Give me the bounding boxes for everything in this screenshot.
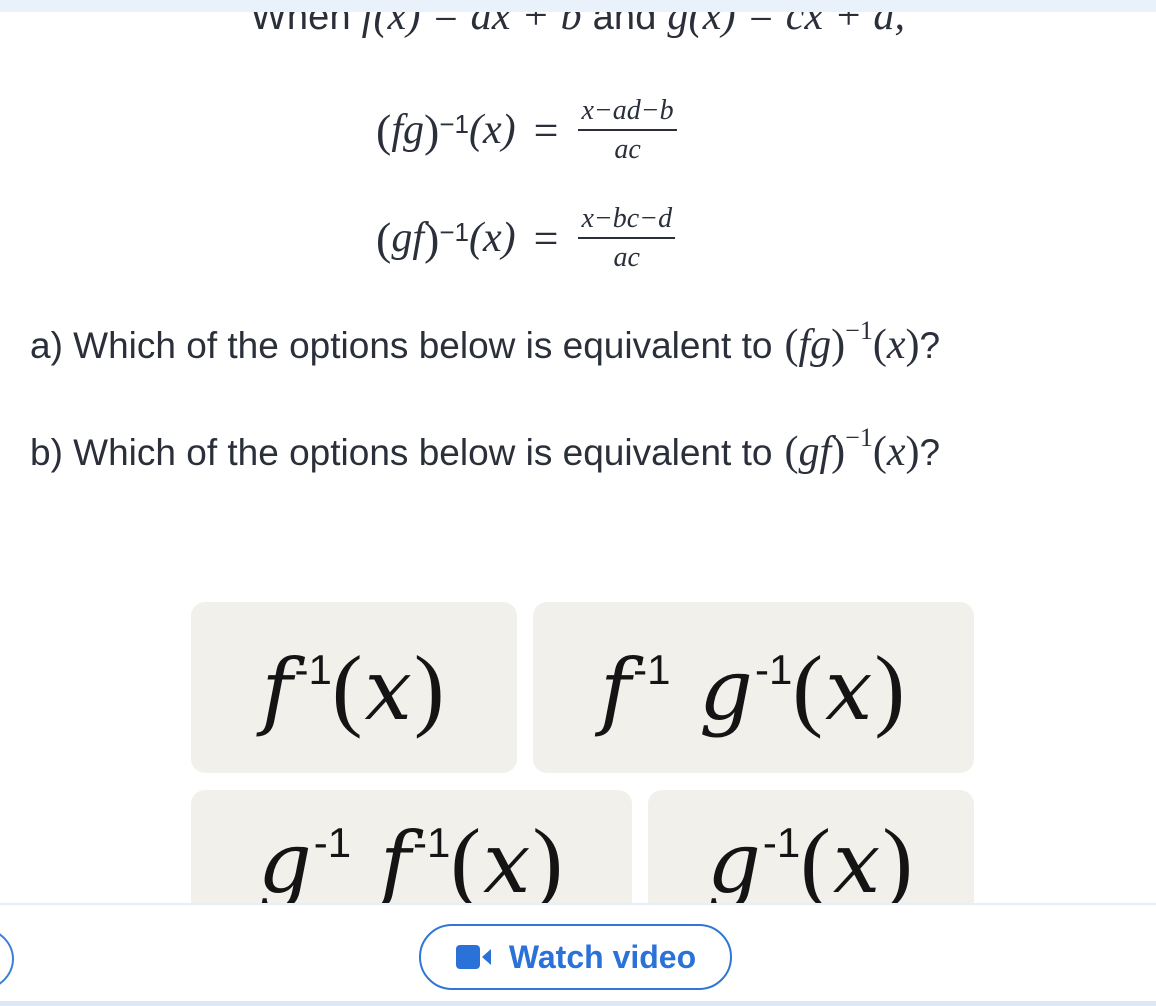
question-expression: (gf)−1(x) [784, 423, 920, 475]
formula-fg-inverse: (fg) −1 (x) = x−ad−b ac [376, 90, 677, 170]
previous-button[interactable] [0, 927, 14, 991]
bottom-strip [0, 1001, 1156, 1006]
question-text: a) Which of the options below is equival… [30, 325, 773, 366]
formula-lhs: gf [391, 215, 424, 261]
question-expression: (fg)−1(x) [784, 316, 920, 368]
top-band [0, 0, 1156, 12]
option-card-f-inverse-g-inverse[interactable]: f-1 g-1(x) [533, 602, 974, 773]
numerator: x−ad−b [578, 96, 677, 131]
formula-arg: (x) [468, 107, 516, 153]
equals-sign: = [533, 213, 559, 263]
question-a: a) Which of the options below is equival… [30, 316, 941, 368]
video-camera-icon [455, 943, 495, 971]
fraction: x−bc−d ac [578, 204, 676, 273]
formula-gf-inverse: (gf) −1 (x) = x−bc−d ac [376, 198, 676, 278]
option-card-g-inverse-f-inverse[interactable]: g-1 f-1(x) [191, 790, 632, 903]
watch-video-button[interactable]: Watch video [419, 924, 732, 990]
question-content[interactable]: When f(x) = ax + b and g(x) = cx + d, (f… [0, 0, 1156, 903]
equals-sign: = [533, 105, 559, 155]
formula-arg: (x) [468, 215, 516, 261]
watch-video-label: Watch video [508, 938, 697, 975]
option-card-f-inverse[interactable]: f-1(x) [191, 602, 517, 773]
option-card-g-inverse[interactable]: g-1(x) [648, 790, 974, 903]
numerator: x−bc−d [578, 204, 676, 239]
denominator: ac [614, 133, 641, 165]
formula-exponent: −1 [439, 108, 469, 139]
denominator: ac [613, 241, 640, 273]
footer-bar: Watch video [0, 903, 1156, 1006]
fraction: x−ad−b ac [578, 96, 677, 165]
question-text: b) Which of the options below is equival… [30, 432, 773, 473]
question-b: b) Which of the options below is equival… [30, 423, 941, 475]
formula-exponent: −1 [439, 216, 469, 247]
formula-lhs: fg [391, 107, 424, 153]
